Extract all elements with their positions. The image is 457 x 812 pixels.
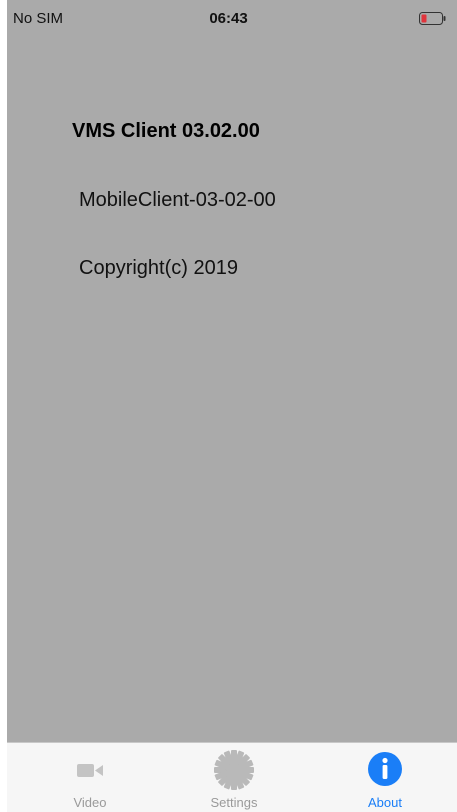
battery-low-icon: [419, 12, 446, 25]
tab-settings[interactable]: Settings: [179, 743, 289, 812]
copyright-text: Copyright(c) 2019: [79, 257, 238, 279]
version-text: MobileClient-03-02-00: [79, 189, 276, 211]
info-icon: [368, 752, 402, 786]
tab-bar: Video Settings About: [7, 742, 457, 812]
tab-about[interactable]: About: [330, 743, 440, 812]
video-camera-icon: [77, 764, 103, 777]
tab-settings-label: Settings: [210, 795, 258, 810]
gear-icon: [214, 750, 254, 790]
about-content-area: [7, 0, 457, 742]
tab-video-label: Video: [73, 795, 107, 810]
app-screen: No SIM 06:43 VMS Client 03.02.00 MobileC…: [0, 0, 457, 812]
status-time: 06:43: [209, 10, 248, 27]
tab-video[interactable]: Video: [35, 743, 145, 812]
app-title: VMS Client 03.02.00: [72, 120, 260, 142]
status-bar: No SIM 06:43: [0, 0, 457, 40]
tab-about-label: About: [368, 795, 402, 810]
